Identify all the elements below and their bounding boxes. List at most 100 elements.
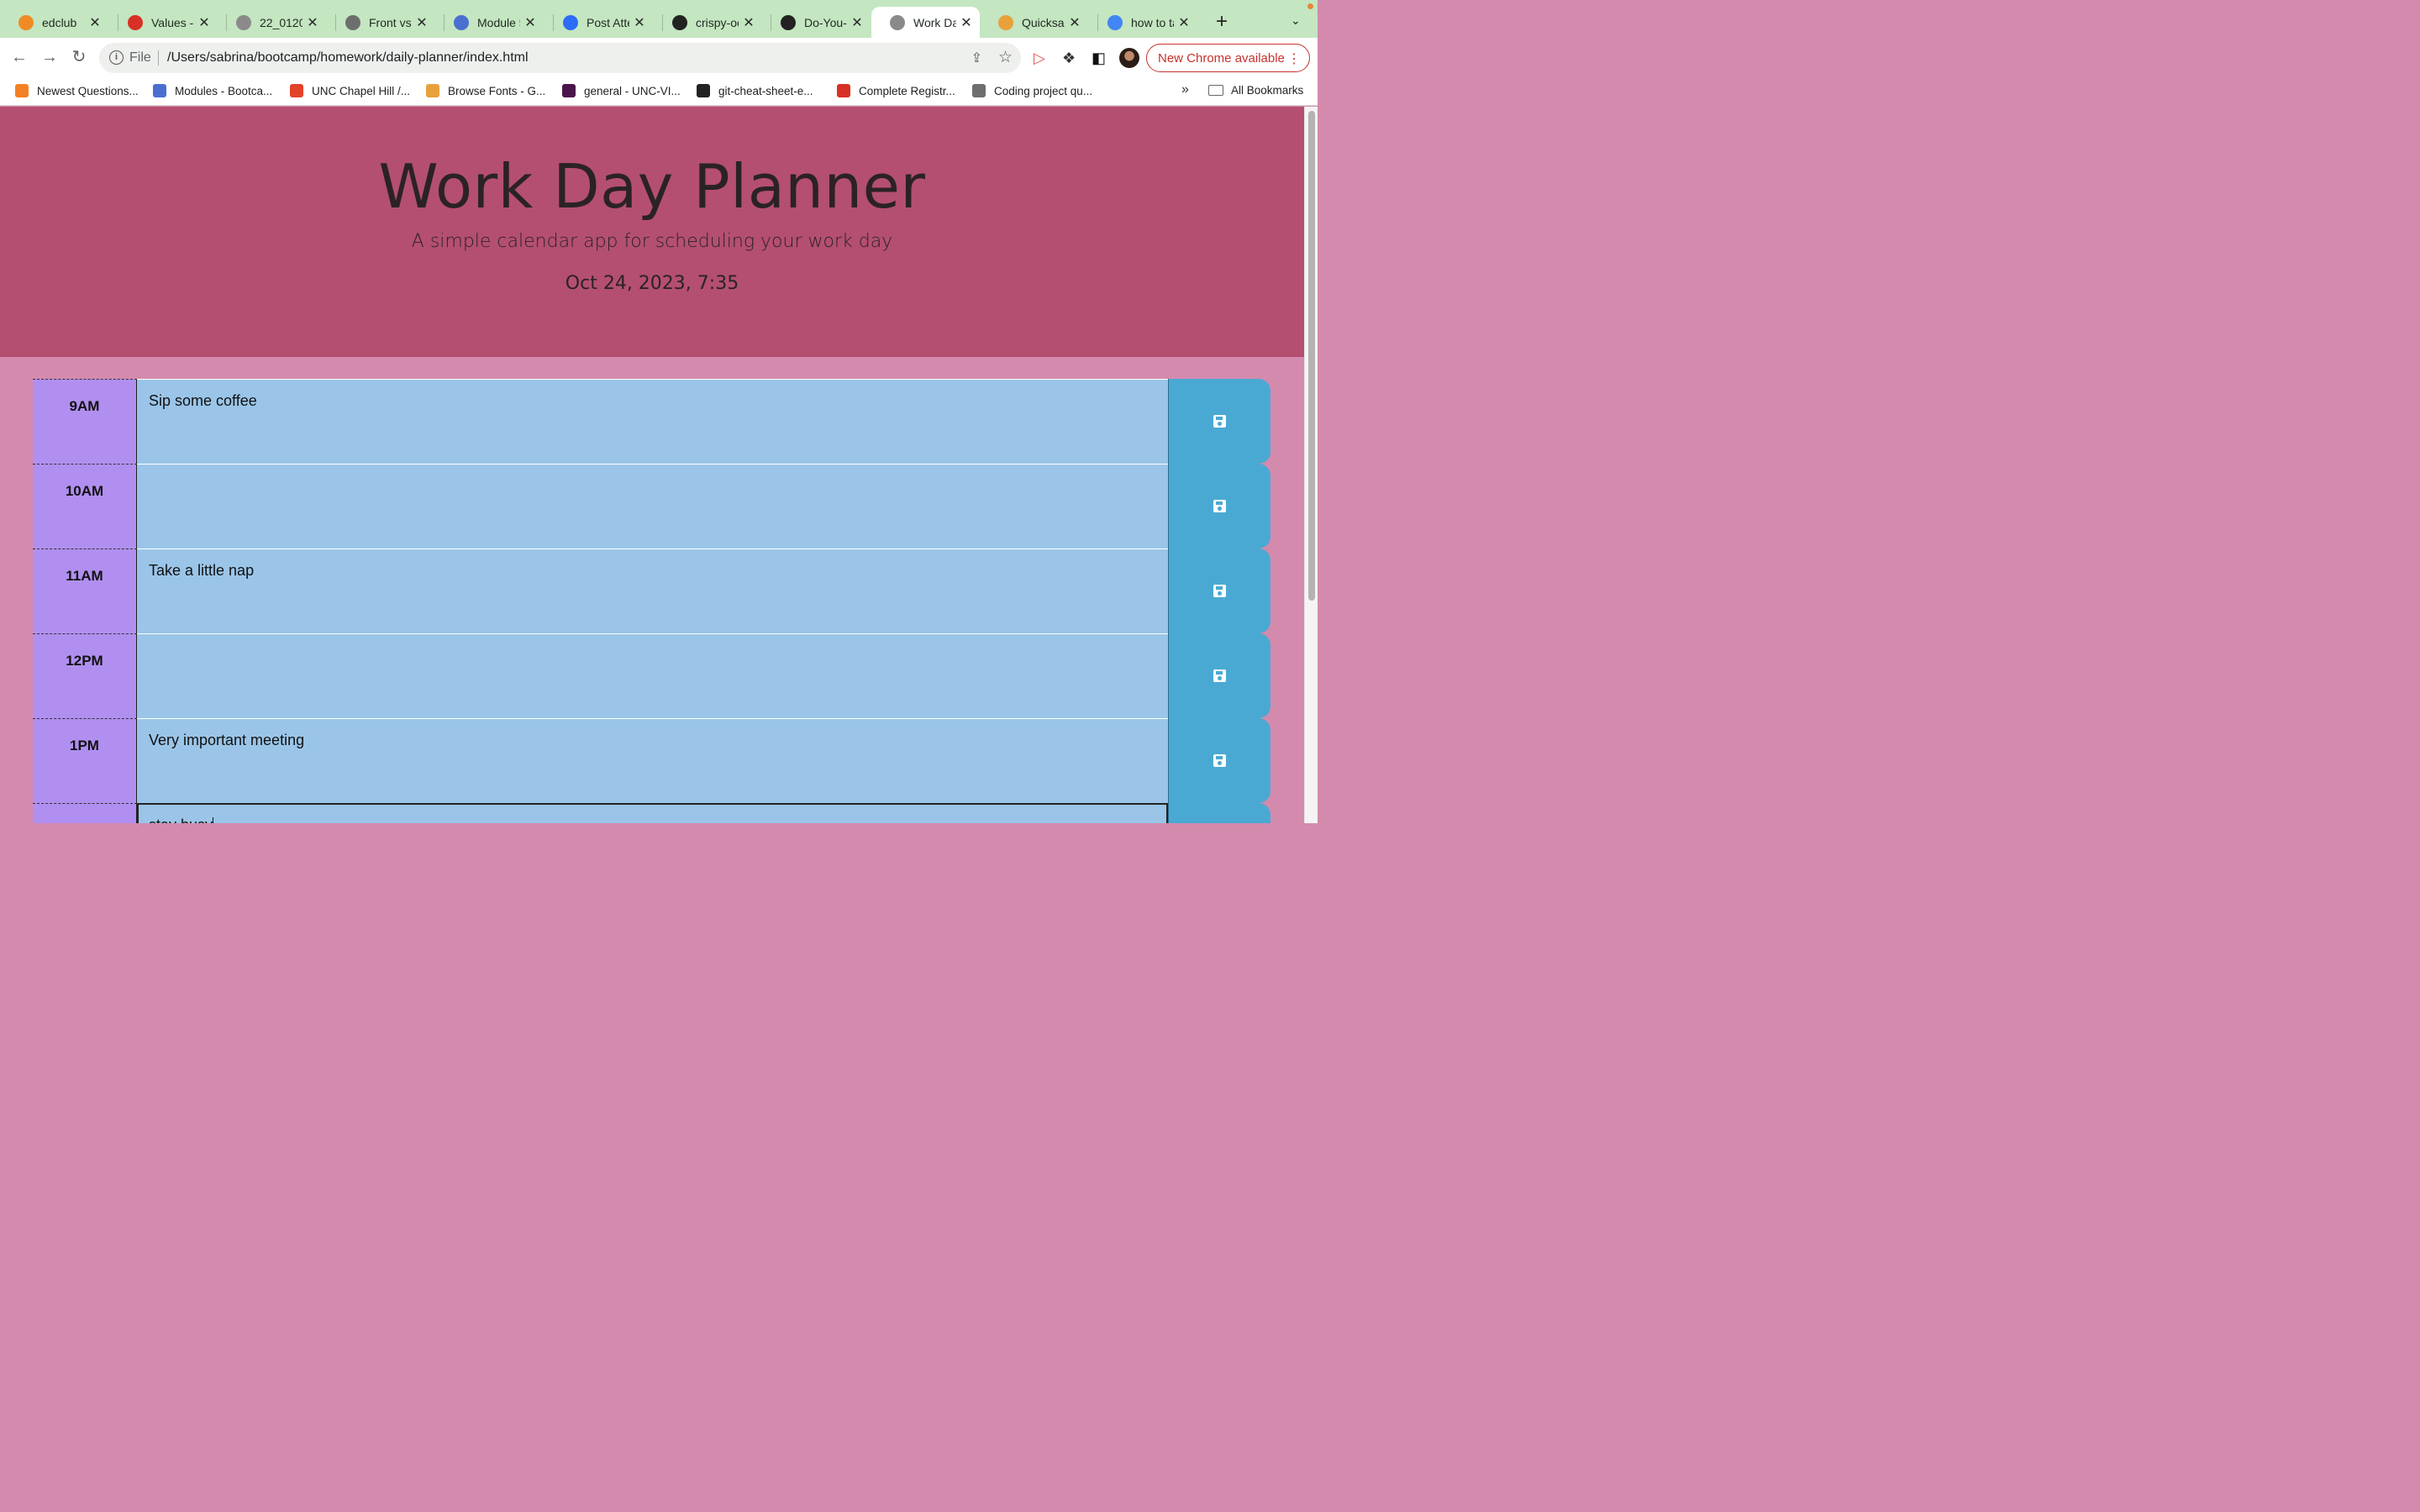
tab-5[interactable]: Post Atte ✕ — [544, 7, 653, 38]
extensions-puzzle-icon[interactable]: ❖ — [1062, 50, 1076, 66]
back-arrow-icon[interactable]: ← — [9, 47, 29, 67]
event-description-textarea[interactable]: Very important meeting — [137, 718, 1168, 803]
event-description-textarea[interactable] — [137, 633, 1168, 718]
page-header: Work Day Planner A simple calendar app f… — [0, 107, 1304, 357]
save-button[interactable] — [1168, 549, 1270, 633]
tab-title: crispy-oc — [696, 15, 739, 29]
address-bar[interactable]: i File /Users/sabrina/bootcamp/homework/… — [99, 43, 1021, 73]
tab-title: Front vs. — [369, 15, 412, 29]
tab-title: Values - — [151, 15, 194, 29]
new-tab-button[interactable]: + — [1216, 12, 1228, 32]
reload-icon[interactable]: ↻ — [69, 47, 89, 67]
close-icon[interactable]: ✕ — [523, 14, 537, 31]
tab-separator — [662, 14, 663, 31]
close-icon[interactable]: ✕ — [850, 14, 864, 31]
tab-2[interactable]: 22_0120 ✕ — [218, 7, 326, 38]
bookmark-item[interactable]: Complete Registr... — [837, 84, 955, 97]
planner-rows: 9AM Sip some coffee 10AM 11AM Take a little … — [33, 379, 1270, 823]
screen-recorder-extension-icon[interactable]: ▷ — [1034, 50, 1045, 66]
tab-6[interactable]: crispy-oc ✕ — [654, 7, 762, 38]
save-button[interactable] — [1168, 803, 1270, 823]
gmail-icon — [837, 84, 850, 97]
event-description-textarea[interactable]: stay busy — [137, 803, 1168, 823]
chatgpt-icon — [972, 84, 986, 97]
time-block-row: 9AM Sip some coffee — [33, 379, 1270, 464]
bookmark-label: Browse Fonts - G... — [448, 84, 546, 97]
tab-3[interactable]: Front vs. ✕ — [327, 7, 435, 38]
tab-10[interactable]: how to ta✕ — [1089, 7, 1197, 38]
save-button[interactable] — [1168, 379, 1270, 464]
side-panel-icon[interactable]: ◧ — [1092, 50, 1106, 66]
close-icon[interactable]: ✕ — [88, 14, 102, 31]
bookmark-item[interactable]: Modules - Bootca... — [153, 84, 272, 97]
browser-toolbar: ← → ↻ i File /Users/sabrina/bootcamp/hom… — [0, 38, 1318, 77]
tab-title: Work Day — [913, 15, 956, 29]
tab-title: edclub — [42, 15, 77, 29]
tab-title: Quicksan — [1022, 15, 1065, 29]
close-icon[interactable]: ✕ — [742, 14, 755, 31]
event-description-textarea[interactable]: Sip some coffee — [137, 379, 1168, 464]
bookmark-item[interactable]: git-cheat-sheet-e... — [697, 84, 813, 97]
tab-search-chevron-icon[interactable]: ⌄ — [1291, 13, 1301, 28]
bookmark-item[interactable]: Browse Fonts - G... — [426, 84, 545, 97]
gitlab-icon — [290, 84, 303, 97]
globe-icon — [236, 14, 251, 30]
url-text[interactable]: /Users/sabrina/bootcamp/homework/daily-p… — [167, 50, 529, 66]
tab-9[interactable]: Quicksan✕ — [980, 7, 1088, 38]
bookmark-item[interactable]: UNC Chapel Hill /... — [290, 84, 410, 97]
save-button[interactable] — [1168, 718, 1270, 803]
tab-title: Module 5 — [477, 15, 520, 29]
close-icon[interactable]: ✕ — [960, 14, 973, 31]
profile-avatar[interactable] — [1119, 48, 1139, 68]
update-button-label: New Chrome available — [1158, 50, 1285, 66]
close-icon[interactable]: ✕ — [197, 14, 211, 31]
save-floppy-icon — [1213, 754, 1226, 767]
tab-0[interactable]: edclub ✕ — [0, 7, 108, 38]
event-description-text: Sip some coffee — [149, 392, 257, 409]
event-description-textarea[interactable] — [137, 464, 1168, 549]
tab-7[interactable]: Do-You-H✕ — [762, 7, 871, 38]
page-scrollbar[interactable] — [1304, 107, 1318, 823]
tab-separator — [444, 14, 445, 31]
close-icon[interactable]: ✕ — [306, 14, 319, 31]
scrollbar-thumb[interactable] — [1308, 111, 1315, 601]
close-icon[interactable]: ✕ — [1068, 14, 1081, 31]
all-bookmarks-button[interactable]: All Bookmarks — [1208, 84, 1303, 97]
url-separator — [158, 50, 159, 66]
share-icon[interactable]: ⇪ — [971, 50, 982, 66]
site-info-icon[interactable]: i — [109, 50, 124, 65]
tab-4[interactable]: Module 5✕ — [435, 7, 544, 38]
all-bookmarks-label: All Bookmarks — [1231, 84, 1304, 97]
slack-icon — [562, 84, 576, 97]
event-description-textarea[interactable]: Take a little nap — [137, 549, 1168, 633]
bookmarks-overflow-button[interactable]: » — [1181, 82, 1189, 97]
close-icon[interactable]: ✕ — [1177, 14, 1191, 31]
github-icon — [781, 14, 796, 30]
forward-arrow-icon[interactable]: → — [39, 47, 60, 67]
stackoverflow-icon — [15, 84, 29, 97]
bookmark-item[interactable]: general - UNC-VI... — [562, 84, 681, 97]
page-subtitle: A simple calendar app for scheduling you… — [411, 231, 893, 252]
tab-separator — [226, 14, 227, 31]
bootcamp-icon — [153, 84, 166, 97]
page-title: Work Day Planner — [378, 151, 926, 222]
bootcamp-icon — [454, 14, 469, 30]
close-icon[interactable]: ✕ — [415, 14, 429, 31]
hour-label: 9AM — [33, 379, 137, 464]
event-description-text: stay busy — [149, 816, 213, 823]
save-button[interactable] — [1168, 464, 1270, 549]
bookmark-star-icon[interactable]: ☆ — [998, 48, 1013, 67]
bookmark-item[interactable]: Coding project qu... — [972, 84, 1092, 97]
hour-label: 2PM — [33, 803, 137, 823]
page-viewport: Work Day Planner A simple calendar app f… — [0, 107, 1304, 823]
save-button[interactable] — [1168, 633, 1270, 718]
kebab-menu-icon[interactable]: ⋮ — [1287, 50, 1301, 67]
tab-strip: edclub ✕ Values - ✕ 22_0120 ✕ Front vs. ✕ Modul… — [0, 0, 1318, 38]
tab-8[interactable]: Work Day ✕ — [871, 7, 980, 38]
new-chrome-available-button[interactable]: New Chrome available ⋮ — [1146, 44, 1310, 72]
save-floppy-icon — [1213, 415, 1226, 428]
tab-1[interactable]: Values - ✕ — [109, 7, 218, 38]
close-icon[interactable]: ✕ — [633, 14, 646, 31]
bookmark-item[interactable]: Newest Questions... — [15, 84, 139, 97]
bookmark-label: Coding project qu... — [994, 84, 1093, 97]
